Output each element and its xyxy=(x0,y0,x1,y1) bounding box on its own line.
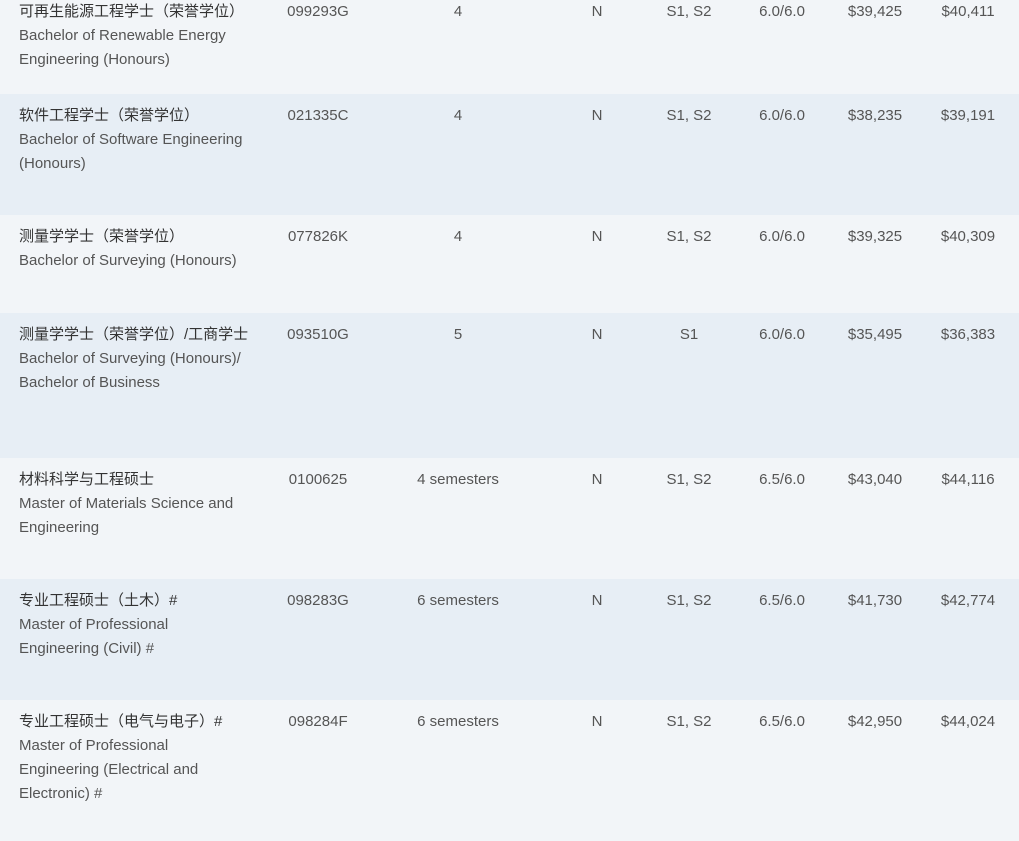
course-code: 077826K xyxy=(287,228,349,245)
course-fee-a: $42,950 xyxy=(847,713,903,730)
course-name-cell: 测量学学士（荣誉学位）/工商学士 Bachelor of Surveying (… xyxy=(19,323,251,395)
course-fee-b: $36,383 xyxy=(940,326,996,343)
table-row: 专业工程硕士（土木）# Master of Professional Engin… xyxy=(0,579,1019,700)
table-row: 测量学学士（荣誉学位） Bachelor of Surveying (Honou… xyxy=(0,215,1019,313)
course-duration: 4 semesters xyxy=(417,471,499,488)
course-duration: 6 semesters xyxy=(417,713,499,730)
course-fee-a: $38,235 xyxy=(847,107,903,124)
course-ielts: 6.0/6.0 xyxy=(759,228,805,245)
course-fee-a: $41,730 xyxy=(847,592,903,609)
course-flag: N xyxy=(591,326,603,343)
course-fee-b: $40,309 xyxy=(940,228,996,245)
course-ielts: 6.5/6.0 xyxy=(759,713,805,730)
course-intake: S1, S2 xyxy=(666,107,712,124)
course-name-cell: 专业工程硕士（土木）# Master of Professional Engin… xyxy=(19,589,251,661)
course-intake: S1, S2 xyxy=(666,713,712,730)
course-code: 098284F xyxy=(288,713,348,730)
course-intake: S1, S2 xyxy=(666,3,712,20)
course-fee-b: $42,774 xyxy=(940,592,996,609)
course-fee-a: $43,040 xyxy=(847,471,903,488)
course-name-en: Master of Professional Engineering (Civi… xyxy=(19,616,169,657)
course-flag: N xyxy=(591,228,603,245)
course-code: 098283G xyxy=(287,592,349,609)
course-code: 099293G xyxy=(287,3,349,20)
course-ielts: 6.0/6.0 xyxy=(759,3,805,20)
course-name-en: Bachelor of Surveying (Honours)/ Bachelo… xyxy=(19,350,241,391)
course-fee-b: $39,191 xyxy=(940,107,996,124)
course-duration: 5 xyxy=(453,326,463,343)
course-ielts: 6.0/6.0 xyxy=(759,107,805,124)
course-fee-b: $40,411 xyxy=(941,3,995,20)
table-row: 材料科学与工程硕士 Master of Materials Science an… xyxy=(0,458,1019,579)
course-name-cell: 专业工程硕士（电气与电子）# Master of Professional En… xyxy=(19,710,251,806)
course-flag: N xyxy=(591,592,603,609)
course-fee-a: $39,425 xyxy=(847,3,903,20)
course-intake: S1 xyxy=(679,326,699,343)
course-name-zh: 材料科学与工程硕士 xyxy=(19,471,155,488)
course-flag: N xyxy=(591,713,603,730)
course-ielts: 6.0/6.0 xyxy=(759,326,805,343)
course-intake: S1, S2 xyxy=(666,228,712,245)
course-flag: N xyxy=(591,471,603,488)
course-fee-a: $39,325 xyxy=(847,228,903,245)
course-name-cell: 可再生能源工程学士（荣誉学位） Bachelor of Renewable En… xyxy=(19,0,251,72)
course-name-en: Bachelor of Surveying (Honours) xyxy=(19,252,237,269)
course-duration: 4 xyxy=(453,228,463,245)
table-row: 测量学学士（荣誉学位）/工商学士 Bachelor of Surveying (… xyxy=(0,313,1019,458)
course-fee-b: $44,116 xyxy=(941,471,995,488)
course-name-zh: 测量学学士（荣誉学位）/工商学士 xyxy=(19,326,249,343)
course-duration: 4 xyxy=(453,3,463,20)
course-intake: S1, S2 xyxy=(666,592,712,609)
course-name-cell: 软件工程学士（荣誉学位） Bachelor of Software Engine… xyxy=(19,104,251,176)
table-row: 软件工程学士（荣誉学位） Bachelor of Software Engine… xyxy=(0,94,1019,215)
course-name-en: Master of Materials Science and Engineer… xyxy=(19,495,234,536)
course-name-zh: 软件工程学士（荣誉学位） xyxy=(19,107,200,124)
course-ielts: 6.5/6.0 xyxy=(759,592,805,609)
course-code: 021335C xyxy=(287,107,349,124)
course-name-en: Bachelor of Renewable Energy Engineering… xyxy=(19,27,226,68)
course-intake: S1, S2 xyxy=(666,471,712,488)
course-name-zh: 专业工程硕士（土木）# xyxy=(19,592,178,609)
course-ielts: 6.5/6.0 xyxy=(759,471,805,488)
course-duration: 6 semesters xyxy=(417,592,499,609)
course-duration: 4 xyxy=(453,107,463,124)
course-flag: N xyxy=(591,107,603,124)
course-name-en: Bachelor of Software Engineering (Honour… xyxy=(19,131,243,172)
course-name-zh: 测量学学士（荣誉学位） xyxy=(19,228,185,245)
table-row: 专业工程硕士（电气与电子）# Master of Professional En… xyxy=(0,700,1019,841)
course-name-cell: 材料科学与工程硕士 Master of Materials Science an… xyxy=(19,468,251,540)
course-name-cell: 测量学学士（荣誉学位） Bachelor of Surveying (Honou… xyxy=(19,225,251,273)
course-table: 可再生能源工程学士（荣誉学位） Bachelor of Renewable En… xyxy=(0,0,1019,841)
course-fee-b: $44,024 xyxy=(940,713,996,730)
course-code: 093510G xyxy=(287,326,349,343)
course-name-zh: 专业工程硕士（电气与电子）# xyxy=(19,713,223,730)
course-name-zh: 可再生能源工程学士（荣誉学位） xyxy=(19,3,245,20)
table-row: 可再生能源工程学士（荣誉学位） Bachelor of Renewable En… xyxy=(0,0,1019,94)
course-flag: N xyxy=(591,3,603,20)
course-fee-a: $35,495 xyxy=(847,326,903,343)
course-name-en: Master of Professional Engineering (Elec… xyxy=(19,737,199,802)
course-code: 0100625 xyxy=(288,471,348,488)
